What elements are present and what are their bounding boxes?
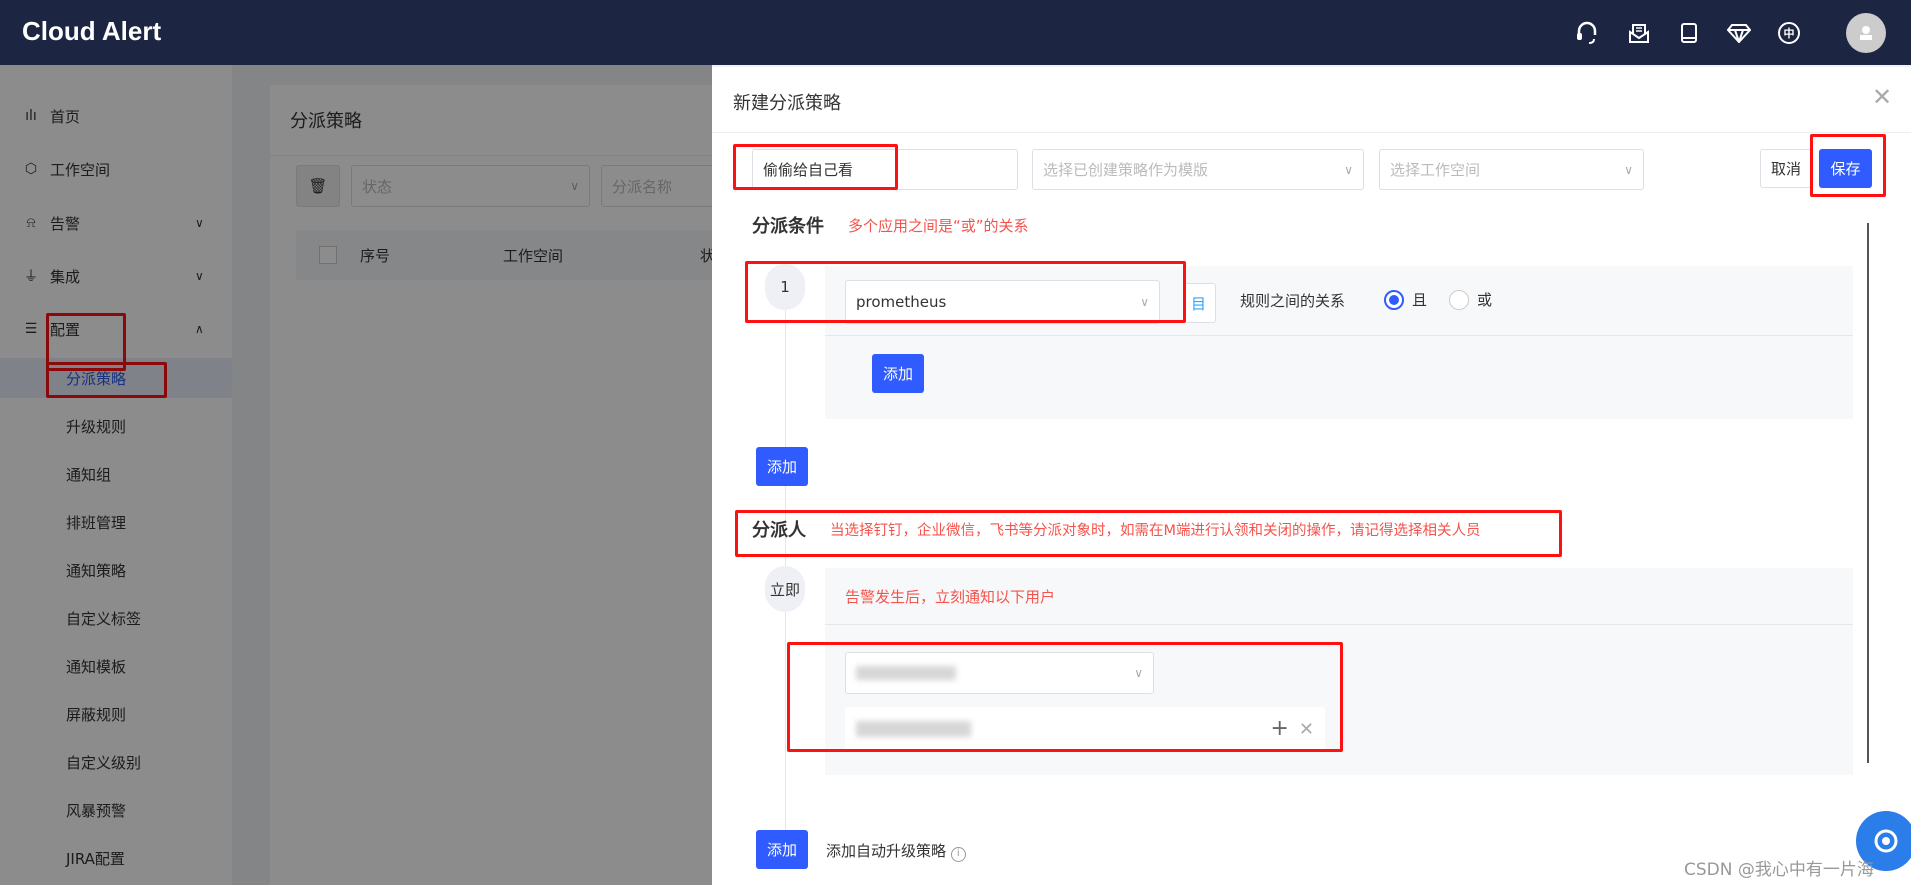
chevron-down-icon: ∨ (1344, 162, 1353, 177)
redacted-text (856, 720, 971, 737)
conditions-note: 多个应用之间是“或”的关系 (848, 217, 1029, 235)
avatar[interactable] (1846, 13, 1886, 53)
select-value: prometheus (856, 293, 947, 311)
chevron-down-icon: ∨ (1134, 666, 1143, 680)
placeholder: 选择已创建策略作为模版 (1043, 161, 1209, 179)
radio-button[interactable] (1449, 289, 1469, 310)
relation-label: 规则之间的关系 (1240, 292, 1346, 310)
radio-button[interactable] (1384, 289, 1404, 310)
radio-or[interactable]: 或 (1449, 289, 1492, 310)
info-icon[interactable]: i (950, 847, 966, 862)
add-rule-button[interactable]: 添加 (872, 354, 924, 393)
chat-icon (1874, 829, 1898, 853)
workspace-select[interactable]: 选择工作空间 ∨ (1379, 149, 1644, 190)
plus-icon[interactable]: + (1270, 716, 1288, 741)
scrollbar[interactable] (1867, 223, 1869, 763)
cancel-button[interactable]: 取消 (1760, 149, 1812, 188)
logo: Cloud Alert (22, 16, 162, 46)
add-escalation-button[interactable]: 添加 (756, 830, 808, 869)
stage-note: 告警发生后，立刻通知以下用户 (845, 588, 1056, 606)
chevron-down-icon: ∨ (1624, 162, 1633, 177)
condition-index: 1 (765, 264, 805, 310)
language-label: 中 (1778, 22, 1800, 44)
policy-name-input[interactable]: 偷偷给自己看 (752, 149, 1018, 190)
close-icon[interactable]: ✕ (1872, 83, 1892, 111)
label-text: 添加自动升级策略 (826, 842, 947, 860)
radio-label: 或 (1477, 291, 1493, 309)
conditions-heading: 分派条件 (752, 216, 824, 237)
app-select[interactable]: prometheus ∨ (845, 280, 1160, 324)
diamond-icon[interactable] (1726, 20, 1752, 46)
redacted-text (856, 666, 956, 680)
top-header: Cloud Alert 中 (0, 0, 1911, 65)
stage-label: 立即 (765, 566, 805, 612)
book-icon[interactable] (1676, 20, 1702, 46)
inbox-icon[interactable] (1626, 20, 1652, 46)
close-icon[interactable]: ✕ (1299, 719, 1314, 740)
chevron-down-icon: ∨ (1140, 295, 1149, 309)
template-select[interactable]: 选择已创建策略作为模版 ∨ (1032, 149, 1364, 190)
language-icon[interactable]: 中 (1776, 20, 1802, 46)
watermark: CSDN @我心中有一片海 (1684, 860, 1874, 880)
assignees-heading: 分派人 (752, 520, 806, 541)
radio-and[interactable]: 且 (1384, 289, 1427, 310)
save-button[interactable]: 保存 (1819, 149, 1872, 188)
placeholder: 选择工作空间 (1390, 161, 1481, 179)
modal-backdrop[interactable] (0, 65, 712, 885)
escalation-label: 添加自动升级策略 i (826, 840, 966, 862)
condition-action-button[interactable]: 目 (1184, 283, 1216, 323)
drawer-title: 新建分派策略 (733, 93, 841, 114)
add-condition-button[interactable]: 添加 (756, 447, 808, 486)
assignees-note: 当选择钉钉，企业微信，飞书等分派对象时，如需在M端进行认领和关闭的操作，请记得选… (830, 523, 1481, 539)
headset-icon[interactable] (1574, 20, 1600, 46)
new-policy-drawer: 新建分派策略 ✕ 偷偷给自己看 选择已创建策略作为模版 ∨ 选择工作空间 ∨ 取消 … (712, 67, 1911, 885)
radio-label: 且 (1412, 291, 1428, 309)
assignee-type-select[interactable]: ∨ (845, 652, 1154, 694)
assignee-row[interactable]: + ✕ (845, 707, 1325, 750)
input-value: 偷偷给自己看 (763, 161, 854, 179)
